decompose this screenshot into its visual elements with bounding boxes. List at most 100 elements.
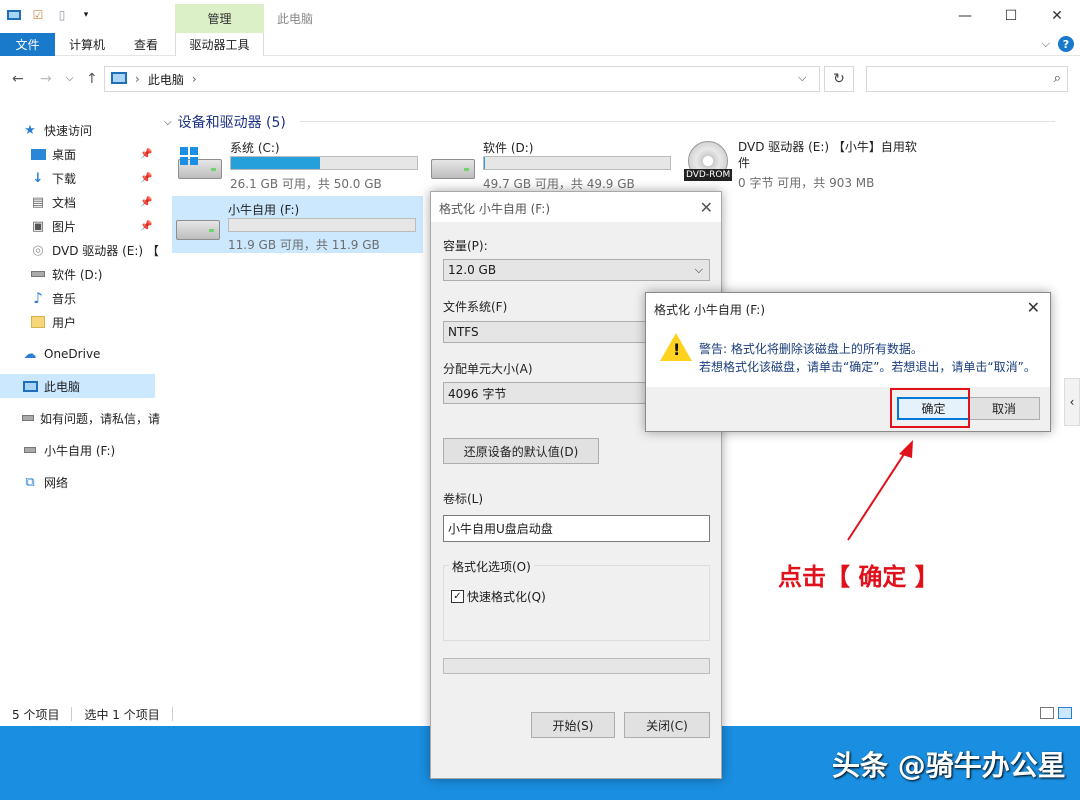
title-bar: ☑ ▯ ▾ 管理 此电脑 — ☐ ✕ [0,0,1080,33]
details-view-icon[interactable] [1040,707,1054,719]
customize-toolbar-icon[interactable]: ▾ [78,7,94,23]
sidebar-item-dvd[interactable]: ◎ DVD 驱动器 (E:) 【 [0,238,160,262]
warning-message-line2: 若想格式化该磁盘，请单击“确定”。若想退出，请单击“取消”。 [699,360,1036,374]
group-title: 设备和驱动器 (5) [177,115,286,131]
back-icon[interactable]: ← [12,71,24,87]
sidebar-item-this-pc[interactable]: 此电脑 [0,374,155,398]
star-icon: ★ [24,122,36,138]
format-progress-bar [443,658,710,674]
status-separator [71,707,73,721]
drive-name: DVD 驱动器 (E:) 【小牛】自用软件 [738,140,917,170]
sidebar-item-pictures[interactable]: ▣ 图片 📌 [0,214,160,238]
restore-defaults-button[interactable]: 还原设备的默认值(D) [443,438,599,464]
group-divider [300,121,1055,122]
sidebar-item-label: 下载 [52,171,77,186]
path-separator[interactable]: › [135,72,140,86]
close-icon[interactable]: ✕ [1027,298,1040,317]
refresh-button[interactable]: ↻ [824,66,854,92]
allocation-value: 4096 字节 [448,386,507,401]
capacity-value: 12.0 GB [448,263,497,277]
help-icon[interactable]: ? [1058,36,1074,52]
sidebar-item-label: 此电脑 [44,379,81,394]
volume-label-caption: 卷标(L) [443,492,484,506]
pin-icon[interactable]: 📌 [140,173,152,184]
cloud-icon: ☁ [23,346,37,362]
search-input[interactable]: ⌕ [866,66,1068,92]
new-folder-icon[interactable]: ▯ [54,7,70,23]
download-icon: ↓ [32,170,44,186]
dialog-title: 格式化 小牛自用 (F:) [654,303,766,317]
close-icon[interactable]: ✕ [700,198,713,217]
close-dialog-button[interactable]: 关闭(C) [624,712,710,738]
up-icon[interactable]: ↑ [86,71,98,87]
manage-context-tab[interactable]: 管理 [175,4,264,33]
pin-icon[interactable]: 📌 [140,197,152,208]
drive-icon [30,266,46,282]
recent-locations-icon[interactable]: ⌵ [66,73,74,84]
drive-icon [431,149,475,179]
tiles-view-icon[interactable] [1058,707,1072,719]
sidebar-item-desktop[interactable]: 桌面 📌 [0,142,160,166]
address-dropdown-icon[interactable]: ⌵ [798,71,806,85]
sidebar-item-music[interactable]: ♪ 音乐 [0,286,160,310]
tab-drive-tools[interactable]: 驱动器工具 [175,33,264,56]
address-bar[interactable]: › 此电脑 › [104,66,820,92]
computer-icon [6,7,22,23]
sidebar-item-software-d[interactable]: 软件 (D:) [0,262,160,286]
drive-f-usb[interactable]: 小牛自用 (F:) 11.9 GB 可用，共 11.9 GB [172,196,423,253]
drive-c[interactable]: 系统 (C:) 26.1 GB 可用，共 50.0 GB [174,139,424,191]
drive-icon [176,210,220,240]
chevron-down-icon: ⌵ [694,263,703,276]
properties-icon[interactable]: ☑ [30,7,46,23]
sidebar-item-downloads[interactable]: ↓ 下载 📌 [0,166,160,190]
sidebar-item-usb-f[interactable]: 小牛自用 (F:) [0,438,160,462]
ribbon-tabs: 文件 计算机 查看 驱动器工具 ⌵ ? [0,33,1080,56]
warning-icon: ! [660,333,692,361]
drive-size: 49.7 GB 可用，共 49.9 GB [483,177,635,191]
sidebar-item-help-link[interactable]: 如有问题，请私信，请 [0,406,160,430]
chevron-down-icon: ⌵ [164,116,172,128]
forward-icon[interactable]: → [40,71,52,87]
sidebar-item-network[interactable]: ⧉ 网络 [0,470,160,494]
music-icon: ♪ [33,289,43,307]
sidebar-item-label: 文档 [52,195,77,210]
tab-computer[interactable]: 计算机 [60,33,114,56]
ribbon-right-controls: ⌵ ? [1042,36,1074,52]
quick-format-checkbox[interactable]: ✓ 快速格式化(Q) [451,588,546,605]
chevron-left-icon[interactable]: ‹ [1064,378,1080,426]
tab-view[interactable]: 查看 [120,33,172,56]
sidebar-item-documents[interactable]: ▤ 文档 📌 [0,190,160,214]
quick-format-label: 快速格式化(Q) [467,590,546,604]
sidebar-item-onedrive[interactable]: ☁ OneDrive [0,342,160,366]
sidebar-item-label: 网络 [44,475,69,490]
path-separator-end[interactable]: › [192,72,197,86]
network-icon: ⧉ [25,474,35,490]
sidebar-item-users[interactable]: 用户 [0,310,160,334]
drive-icon [22,442,38,458]
cancel-button[interactable]: 取消 [968,397,1040,420]
expand-ribbon-icon[interactable]: ⌵ [1042,37,1050,51]
drive-e-dvd[interactable]: DVD-ROM DVD 驱动器 (E:) 【小牛】自用软件 0 字节 可用，共 … [684,139,928,191]
sidebar-quick-access[interactable]: ★ 快速访问 [0,118,160,142]
drive-usage-fill [484,157,485,169]
pin-icon[interactable]: 📌 [140,149,152,160]
group-header-devices[interactable]: ⌵ 设备和驱动器 (5) [164,112,286,132]
status-separator [171,707,173,721]
dvd-rom-label: DVD-ROM [684,169,733,181]
start-button[interactable]: 开始(S) [531,712,615,738]
minimize-button[interactable]: — [942,0,988,32]
tab-file[interactable]: 文件 [0,33,55,56]
drive-size: 0 字节 可用，共 903 MB [738,176,875,190]
close-button[interactable]: ✕ [1034,0,1080,32]
maximize-button[interactable]: ☐ [988,0,1034,32]
window-controls: — ☐ ✕ [942,0,1080,32]
search-icon: ⌕ [1053,71,1061,86]
pin-icon[interactable]: 📌 [140,221,152,232]
sidebar-item-label: 软件 (D:) [52,267,103,282]
drive-d[interactable]: 软件 (D:) 49.7 GB 可用，共 49.9 GB [427,139,677,191]
this-pc-icon [22,378,38,394]
capacity-select[interactable]: 12.0 GB ⌵ [443,259,710,281]
address-path[interactable]: 此电脑 [148,71,184,88]
dvd-icon: ◎ [32,242,44,258]
volume-label-input[interactable]: 小牛自用U盘启动盘 [443,515,710,542]
